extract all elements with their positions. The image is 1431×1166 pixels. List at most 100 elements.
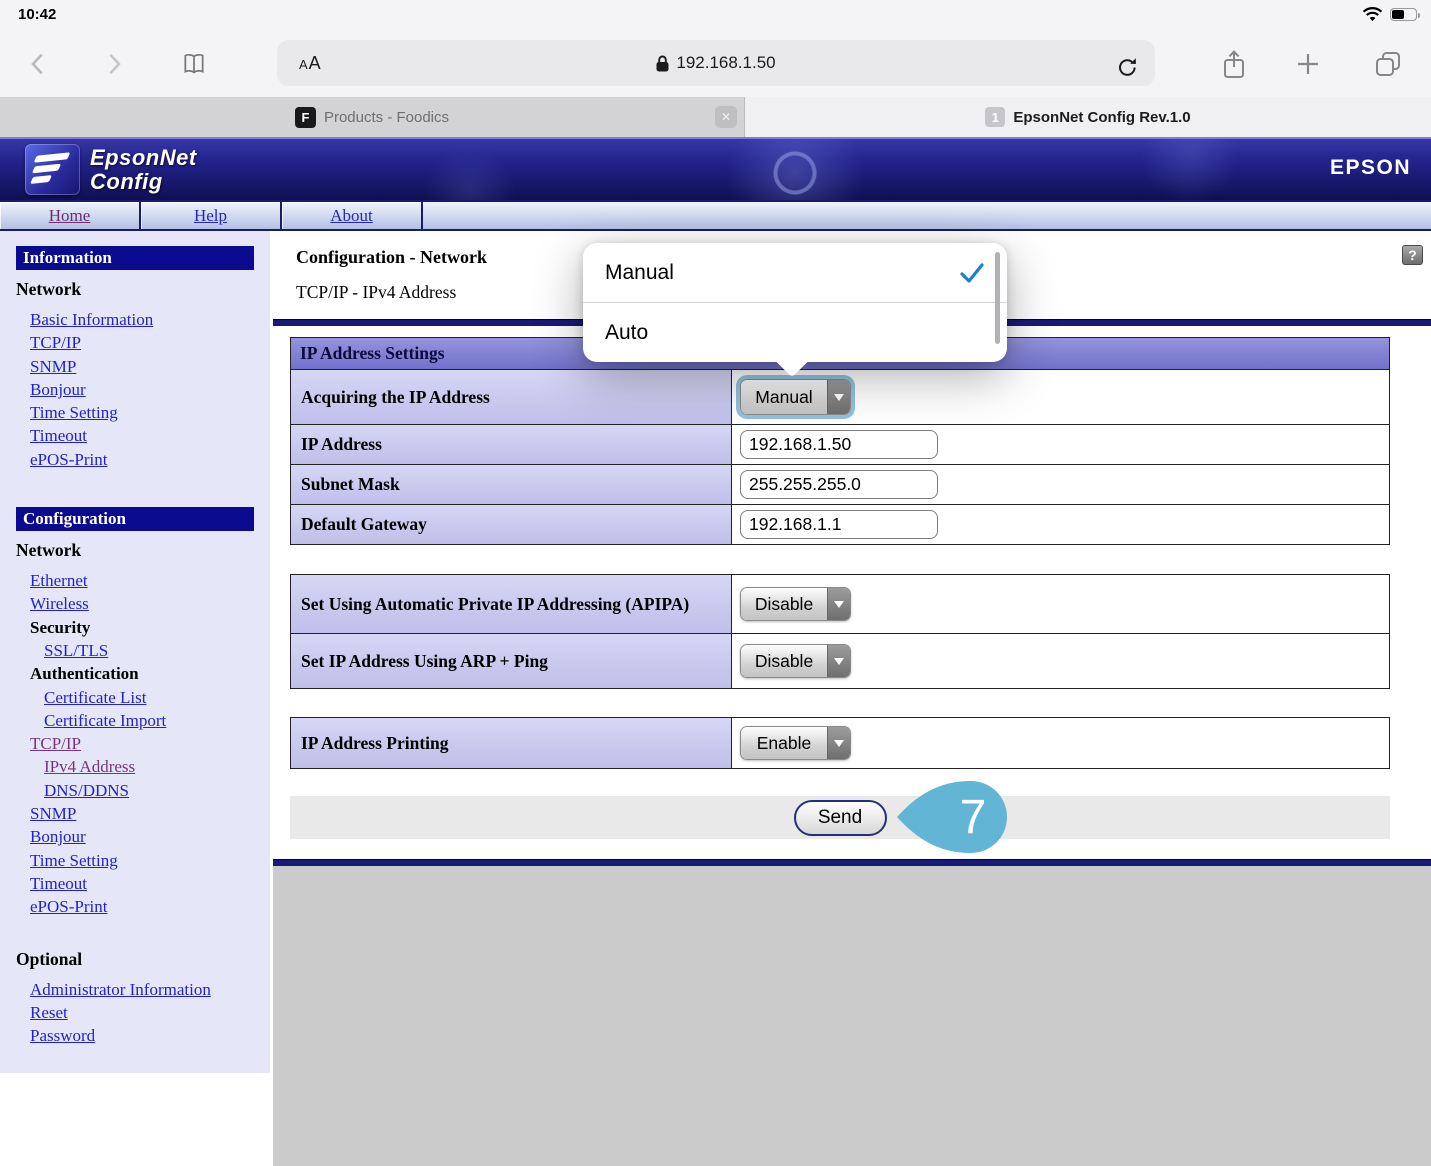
- sidebar-item-basic-information[interactable]: Basic Information: [30, 308, 153, 331]
- sidebar-item-tcpip-info[interactable]: TCP/IP: [30, 331, 81, 354]
- chevron-down-icon: [827, 380, 850, 414]
- sidebar-item-epos-print-config[interactable]: ePOS-Print: [30, 895, 107, 918]
- row-label: IP Address: [291, 425, 732, 464]
- sidebar-header-information: Information: [16, 246, 254, 270]
- sidebar-group-optional: Optional: [16, 949, 270, 970]
- sidebar-item-certificate-import[interactable]: Certificate Import: [44, 709, 166, 732]
- sidebar-item-administrator-information[interactable]: Administrator Information: [30, 978, 211, 1001]
- sidebar-item-ethernet[interactable]: Ethernet: [30, 569, 88, 592]
- sidebar-item-bonjour-config[interactable]: Bonjour: [30, 825, 86, 848]
- foodics-favicon: F: [295, 107, 316, 128]
- chevron-down-icon: [827, 588, 850, 620]
- sidebar-item-certificate-list[interactable]: Certificate List: [44, 686, 146, 709]
- sidebar-item-bonjour-info[interactable]: Bonjour: [30, 378, 86, 401]
- chevron-down-icon: [827, 727, 850, 759]
- select-options-popup: Manual Auto: [583, 243, 1007, 362]
- close-tab-icon[interactable]: ✕: [715, 106, 737, 128]
- sidebar-item-ssl-tls[interactable]: SSL/TLS: [44, 639, 108, 662]
- popup-scrollbar[interactable]: [995, 252, 1000, 344]
- tab-title: Products - Foodics: [324, 109, 449, 126]
- nav-about[interactable]: About: [330, 206, 373, 226]
- sidebar-group-network: Network: [16, 279, 270, 300]
- back-button[interactable]: [22, 48, 54, 80]
- table-row: IP Address: [290, 425, 1390, 465]
- reader-text-size-button[interactable]: AA: [299, 53, 322, 74]
- epsonnet-banner: EpsonNetConfig EPSON: [0, 137, 1431, 200]
- help-icon[interactable]: ?: [1402, 245, 1423, 265]
- table-row: Subnet Mask: [290, 465, 1390, 505]
- sidebar-group-network-config: Network: [16, 540, 270, 561]
- sidebar-group-authentication: Authentication: [30, 662, 270, 685]
- row-label: Set Using Automatic Private IP Addressin…: [291, 575, 732, 633]
- sidebar-item-epos-print-info[interactable]: ePOS-Print: [30, 448, 107, 471]
- table-row: Set Using Automatic Private IP Addressin…: [290, 574, 1390, 634]
- epson-stripes-logo-icon: [25, 144, 80, 195]
- table-row: Acquiring the IP Address Manual: [290, 370, 1390, 425]
- table-row: Default Gateway: [290, 505, 1390, 545]
- apipa-table: Set Using Automatic Private IP Addressin…: [290, 574, 1390, 689]
- chevron-down-icon: [827, 645, 850, 677]
- step-7-annotation: 7: [895, 778, 1009, 861]
- battery-icon: [1390, 8, 1417, 21]
- app-logo-text: EpsonNetConfig: [90, 146, 197, 194]
- row-label: Set IP Address Using ARP + Ping: [291, 634, 732, 688]
- epsonnet-favicon: 1: [985, 107, 1005, 127]
- lock-icon: [656, 55, 669, 72]
- clock: 10:42: [18, 6, 56, 23]
- sidebar-group-security: Security: [30, 616, 270, 639]
- tab-products-foodics[interactable]: F Products - Foodics ✕: [0, 97, 745, 137]
- nav-home[interactable]: Home: [49, 206, 91, 226]
- default-gateway-input[interactable]: [740, 510, 938, 539]
- footer-area: [273, 866, 1431, 1166]
- acquiring-ip-select[interactable]: Manual: [740, 379, 851, 415]
- share-icon[interactable]: [1218, 48, 1250, 80]
- sidebar-item-timeout-config[interactable]: Timeout: [30, 872, 87, 895]
- sidebar-item-time-setting-config[interactable]: Time Setting: [30, 849, 118, 872]
- sidebar-item-dns-ddns[interactable]: DNS/DDNS: [44, 779, 129, 802]
- sidebar-item-wireless[interactable]: Wireless: [30, 592, 89, 615]
- popup-option-manual[interactable]: Manual: [583, 243, 1007, 302]
- row-label: Acquiring the IP Address: [291, 370, 732, 424]
- tabs-overview-icon[interactable]: [1372, 48, 1404, 80]
- send-button[interactable]: Send: [794, 800, 887, 836]
- address-bar[interactable]: AA 192.168.1.50: [277, 40, 1155, 86]
- apipa-select[interactable]: Disable: [740, 587, 851, 621]
- row-label: Default Gateway: [291, 505, 732, 544]
- new-tab-icon[interactable]: [1292, 48, 1324, 80]
- forward-button[interactable]: [98, 48, 130, 80]
- sidebar-item-reset[interactable]: Reset: [30, 1001, 68, 1024]
- tab-title: EpsonNet Config Rev.1.0: [1013, 109, 1190, 126]
- wifi-icon: [1362, 7, 1383, 22]
- sidebar-item-time-setting-info[interactable]: Time Setting: [30, 401, 118, 424]
- tab-epsonnet-config[interactable]: 1 EpsonNet Config Rev.1.0: [745, 97, 1431, 137]
- table-row: Set IP Address Using ARP + Ping Disable: [290, 634, 1390, 689]
- ip-address-input[interactable]: [740, 430, 938, 459]
- subnet-mask-input[interactable]: [740, 470, 938, 499]
- url-text: 192.168.1.50: [676, 53, 775, 73]
- ip-printing-select[interactable]: Enable: [740, 726, 851, 760]
- printing-table: IP Address Printing Enable: [290, 717, 1390, 769]
- sidebar-item-ipv4-address[interactable]: IPv4 Address: [44, 755, 135, 778]
- sidebar-item-password[interactable]: Password: [30, 1024, 95, 1047]
- step-number: 7: [960, 791, 987, 844]
- popup-option-auto[interactable]: Auto: [583, 303, 1007, 362]
- top-nav: Home Help About: [0, 200, 1431, 231]
- row-label: Subnet Mask: [291, 465, 732, 504]
- sidebar-header-configuration: Configuration: [16, 507, 254, 531]
- reload-button[interactable]: [1111, 51, 1143, 83]
- send-bar: Send: [290, 796, 1390, 839]
- epson-brand-text: EPSON: [1330, 156, 1411, 180]
- divider: [273, 859, 1431, 866]
- bookmarks-icon[interactable]: [178, 48, 210, 80]
- sidebar-item-snmp-info[interactable]: SNMP: [30, 355, 76, 378]
- sidebar-item-timeout-info[interactable]: Timeout: [30, 424, 87, 447]
- sidebar-item-tcpip-config[interactable]: TCP/IP: [30, 732, 81, 755]
- nav-help[interactable]: Help: [194, 206, 227, 226]
- tab-bar: F Products - Foodics ✕ 1 EpsonNet Config…: [0, 97, 1431, 137]
- ios-status-bar: 10:42: [0, 0, 1431, 30]
- row-label: IP Address Printing: [291, 718, 732, 768]
- table-row: IP Address Printing Enable: [290, 717, 1390, 769]
- checkmark-icon: [959, 262, 985, 284]
- sidebar-item-snmp-config[interactable]: SNMP: [30, 802, 76, 825]
- arp-ping-select[interactable]: Disable: [740, 644, 851, 678]
